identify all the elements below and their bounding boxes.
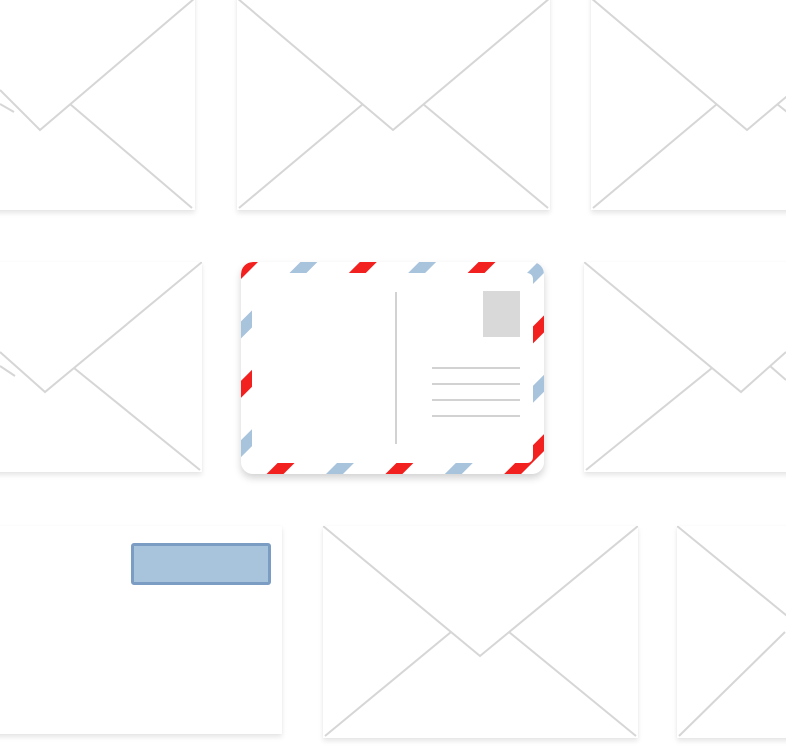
envelope-icon <box>323 526 638 737</box>
envelope-top-center <box>237 0 550 210</box>
envelope-top-right <box>591 0 786 210</box>
envelope-icon <box>591 0 786 209</box>
postcard-divider <box>395 292 397 444</box>
envelope-bottom-center <box>323 526 638 738</box>
envelope-middle-left <box>0 262 202 472</box>
envelope-icon <box>584 262 786 471</box>
envelope-top-left <box>0 0 195 210</box>
address-line <box>432 383 520 385</box>
address-line <box>432 399 520 401</box>
envelope-icon <box>0 0 195 209</box>
airmail-postcard <box>241 262 544 474</box>
address-line <box>432 415 520 417</box>
postcard-body <box>252 273 533 463</box>
envelope-middle-right <box>584 262 786 472</box>
envelope-icon <box>677 526 786 737</box>
address-line <box>432 367 520 369</box>
envelope-bottom-right <box>677 526 786 738</box>
address-window <box>131 543 271 585</box>
envelope-icon <box>237 0 550 209</box>
stamp-icon <box>483 291 520 337</box>
envelope-icon <box>0 262 202 471</box>
